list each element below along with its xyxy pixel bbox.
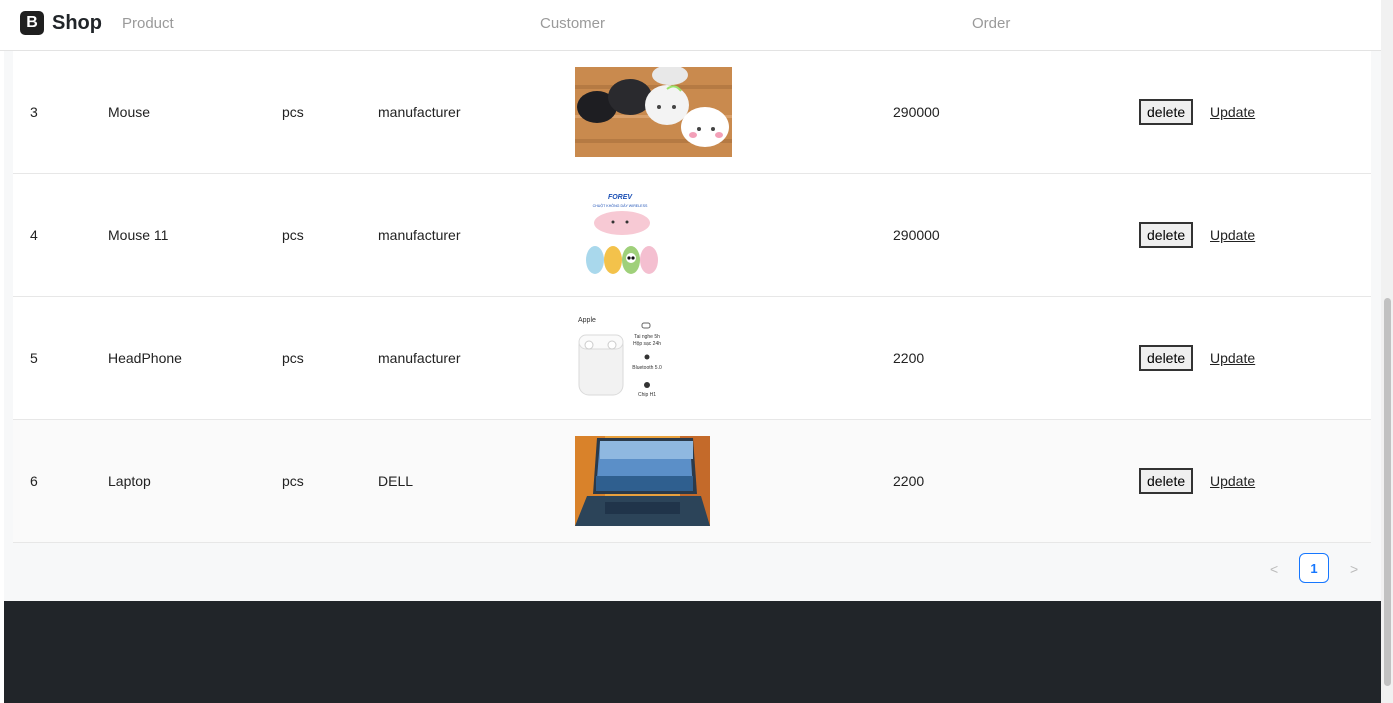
brand[interactable]: B Shop (20, 11, 102, 35)
product-unit: pcs (282, 104, 304, 120)
laptop-photo-image (575, 436, 710, 526)
nav-link-product[interactable]: Product (122, 15, 174, 32)
scrollbar-thumb[interactable] (1384, 298, 1391, 686)
product-name: Mouse 11 (108, 227, 169, 243)
update-link[interactable]: Update (1210, 104, 1255, 120)
product-id: 6 (30, 473, 38, 489)
ad-line: Tai nghe 5h (634, 334, 660, 340)
product-maker: manufacturer (378, 227, 461, 243)
product-image (575, 51, 732, 173)
product-unit: pcs (282, 227, 304, 243)
product-id: 3 (30, 104, 38, 120)
airpods-image: Apple Tai nghe 5h Hộp sạc 24h Bluetooth … (575, 313, 665, 403)
delete-button[interactable]: delete (1139, 99, 1194, 125)
product-maker: manufacturer (378, 350, 461, 366)
delete-button[interactable]: delete (1139, 345, 1194, 371)
wireless-mouse-image: FOREV CHUỘT KHÔNG DÂY WIRELESS (575, 190, 665, 280)
ad-caption: CHUỘT KHÔNG DÂY WIRELESS (593, 203, 648, 208)
nav-link-customer[interactable]: Customer (540, 15, 605, 32)
product-price: 2200 (893, 350, 925, 366)
table-row: 5 HeadPhone pcs manufacturer Apple Tai n… (13, 297, 1371, 420)
product-name: Mouse (108, 104, 151, 120)
brand-logo-icon: B (20, 11, 44, 35)
product-image (575, 420, 710, 542)
table-row: 6 Laptop pcs DELL 2200 delete Update (13, 420, 1371, 543)
vertical-scrollbar[interactable] (1381, 0, 1393, 703)
prev-page-button[interactable]: < (1270, 561, 1278, 577)
next-page-button[interactable]: > (1350, 561, 1358, 577)
product-id: 4 (30, 227, 38, 243)
product-name: HeadPhone (108, 350, 182, 366)
product-image: Apple Tai nghe 5h Hộp sạc 24h Bluetooth … (575, 297, 665, 419)
product-name: Laptop (108, 473, 151, 489)
product-price: 290000 (893, 104, 940, 120)
delete-button[interactable]: delete (1139, 468, 1194, 494)
update-link[interactable]: Update (1210, 350, 1255, 366)
product-maker: manufacturer (378, 104, 461, 120)
product-table: 3 Mouse pcs manufacturer 290000 delete U… (13, 51, 1371, 543)
product-maker: DELL (378, 473, 414, 489)
update-link[interactable]: Update (1210, 473, 1255, 489)
product-id: 5 (30, 350, 38, 366)
product-price: 2200 (893, 473, 925, 489)
product-price: 290000 (893, 227, 940, 243)
ad-brand: Apple (578, 317, 596, 324)
mouse-photo-image (575, 67, 732, 157)
footer (4, 601, 1381, 703)
product-unit: pcs (282, 473, 304, 489)
ad-line: Hộp sạc 24h (633, 341, 661, 347)
ad-line: Bluetooth 5.0 (632, 365, 662, 371)
ad-brand: FOREV (608, 194, 633, 201)
delete-button[interactable]: delete (1139, 222, 1194, 248)
brand-name: Shop (52, 11, 102, 34)
pagination: < 1 > (1260, 553, 1370, 585)
table-row: 3 Mouse pcs manufacturer 290000 delete U… (13, 51, 1371, 174)
page-1-button[interactable]: 1 (1299, 553, 1329, 583)
product-image: FOREV CHUỘT KHÔNG DÂY WIRELESS (575, 174, 665, 296)
nav-link-order[interactable]: Order (972, 15, 1010, 32)
update-link[interactable]: Update (1210, 227, 1255, 243)
table-row: 4 Mouse 11 pcs manufacturer FOREV CHUỘT … (13, 174, 1371, 297)
navbar: B Shop Product Customer Order (0, 0, 1381, 51)
ad-line: Chip H1 (638, 392, 656, 398)
product-unit: pcs (282, 350, 304, 366)
